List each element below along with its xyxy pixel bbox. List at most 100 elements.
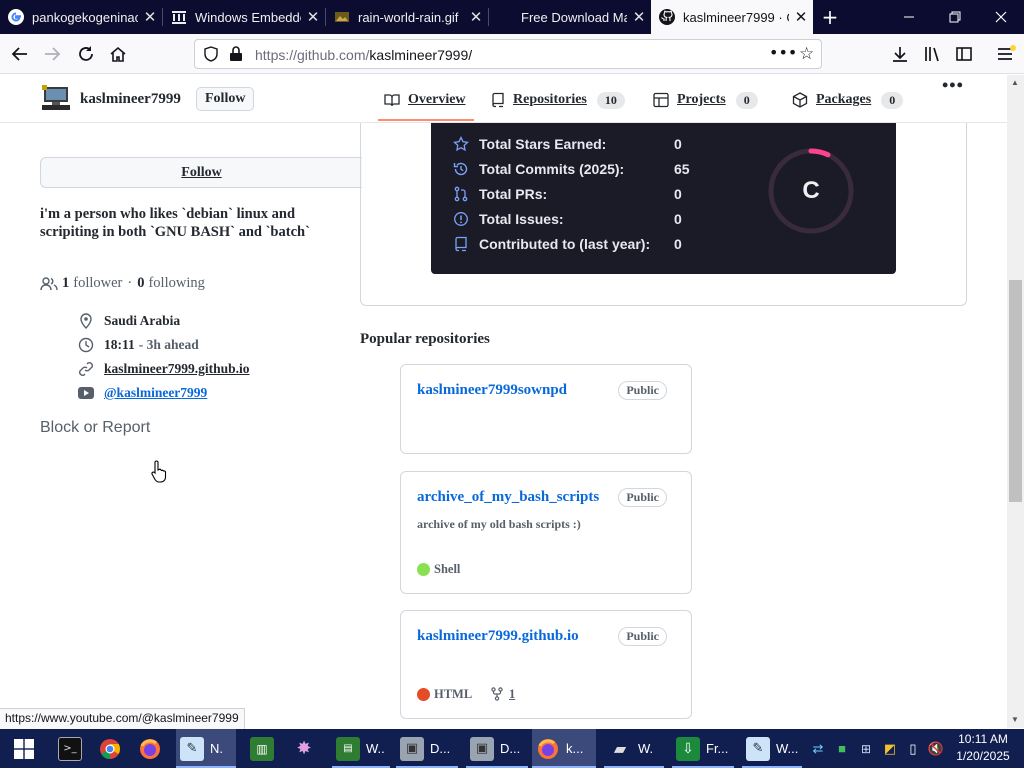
page-actions-icon[interactable]: ••• — [769, 43, 797, 62]
scroll-up-icon[interactable]: ▲ — [1011, 78, 1019, 87]
network-tray-icon[interactable]: ⊞ — [856, 729, 876, 768]
browser-tab-1[interactable]: pankogekogeninac ✕ — [0, 0, 162, 34]
back-icon[interactable] — [4, 38, 36, 70]
close-icon[interactable]: ✕ — [301, 8, 325, 26]
stat-row-commits: Total Commits (2025): 65 — [453, 159, 690, 179]
local-time-item: 18:11 - 3h ahead — [78, 335, 199, 355]
tab-counter: 0 — [735, 91, 758, 109]
menu-icon[interactable] — [990, 38, 1022, 70]
taskbar-firefox-window[interactable]: k... — [532, 729, 596, 768]
reload-icon[interactable] — [70, 38, 102, 70]
follow-button-small[interactable]: Follow — [196, 87, 255, 111]
tab-packages[interactable]: Packages 0 — [792, 87, 904, 113]
taskbar-notepad[interactable]: ✎ N. — [176, 729, 236, 768]
stat-label: Total PRs: — [479, 186, 548, 202]
taskbar-chrome[interactable] — [94, 729, 130, 768]
repo-icon — [453, 236, 469, 252]
taskbar-download-manager[interactable]: ⇩ Fr... — [672, 729, 734, 768]
pull-request-icon — [453, 186, 469, 202]
stat-label: Contributed to (last year): — [479, 236, 651, 252]
library-icon[interactable] — [916, 38, 948, 70]
taskbar-paint[interactable]: ✸ — [288, 729, 324, 768]
avatar[interactable] — [42, 85, 70, 111]
browser-tab-2[interactable]: Windows Embedde ✕ — [163, 0, 325, 34]
followers-label[interactable]: follower — [73, 275, 122, 292]
close-window-icon[interactable] — [978, 0, 1024, 34]
fork-count[interactable]: 1 — [509, 687, 515, 702]
lock-icon[interactable] — [229, 46, 243, 67]
browser-tab-4[interactable]: Free Download Mar ✕ — [489, 0, 651, 34]
tab-projects[interactable]: Projects 0 — [653, 87, 758, 113]
repo-language: HTML — [417, 686, 472, 702]
disk-icon: ▣ — [470, 736, 494, 761]
bookmark-star-icon[interactable]: ☆ — [799, 44, 814, 64]
more-options-icon[interactable]: ••• — [942, 75, 964, 96]
following-count[interactable]: 0 — [137, 275, 144, 292]
taskbar-firefox[interactable] — [134, 729, 170, 768]
home-icon[interactable] — [102, 38, 134, 70]
battery-tray-icon[interactable]: ▯ — [904, 729, 922, 768]
following-label[interactable]: following — [148, 275, 204, 292]
taskbar-disk-1[interactable]: ▣ D... — [396, 729, 458, 768]
tab-label: Repositories — [513, 92, 587, 107]
book-icon — [384, 93, 400, 107]
taskbar-label: k... — [566, 741, 584, 756]
green-tray-icon[interactable]: ■ — [832, 729, 852, 768]
taskbar-terminal[interactable]: >_ — [54, 729, 90, 768]
start-button[interactable] — [0, 729, 48, 768]
scrollbar-thumb[interactable] — [1009, 280, 1022, 502]
follow-button[interactable]: Follow — [40, 157, 362, 188]
followers-count[interactable]: 1 — [62, 275, 69, 292]
browser-tab-5[interactable]: kaslmineer7999 · Gi ✕ — [651, 0, 813, 34]
tab-counter: 10 — [596, 91, 625, 109]
sidebar-icon[interactable] — [948, 38, 980, 70]
color-tray-icon[interactable]: ◩ — [880, 729, 900, 768]
block-or-report-link[interactable]: Block or Report — [40, 419, 150, 437]
terminal-icon: >_ — [58, 736, 82, 761]
minimize-icon[interactable] — [886, 0, 932, 34]
taskbar-notepad-2[interactable]: ✎ W... — [742, 729, 802, 768]
tab-label: rain-world-rain.gif — [358, 9, 459, 25]
page-scrollbar[interactable]: ▲ ▼ — [1007, 75, 1024, 728]
repo-name-link[interactable]: archive_of_my_bash_scripts — [417, 489, 599, 506]
close-icon[interactable]: ✕ — [789, 8, 813, 26]
stat-row-prs: Total PRs: 0 — [453, 184, 682, 204]
youtube-link[interactable]: @kaslmineer7999 — [104, 385, 207, 401]
tab-label: kaslmineer7999 · Gi — [683, 9, 789, 25]
windows-logo-icon — [14, 738, 34, 759]
browser-toolbar: https://github.com/kaslmineer7999/ ••• ☆ — [0, 34, 1024, 74]
browser-tab-3[interactable]: rain-world-rain.gif ✕ — [326, 0, 488, 34]
taskbar-disk-2[interactable]: ▣ D... — [466, 729, 528, 768]
taskbar-drive[interactable]: ▰ W. — [604, 729, 664, 768]
forward-icon[interactable] — [36, 38, 68, 70]
tab-overview[interactable]: Overview — [384, 87, 466, 113]
scroll-down-icon[interactable]: ▼ — [1011, 715, 1019, 724]
close-icon[interactable]: ✕ — [627, 8, 651, 26]
downloads-icon[interactable] — [884, 38, 916, 70]
taskbar-task-manager[interactable]: ▥ — [246, 729, 282, 768]
history-icon — [453, 161, 469, 177]
taskbar-window[interactable]: ▤ W.. — [332, 729, 390, 768]
volume-muted-icon[interactable]: 🔇 — [926, 729, 946, 768]
stat-label: Total Issues: — [479, 211, 564, 227]
url-bar[interactable]: https://github.com/kaslmineer7999/ ••• ☆ — [194, 39, 822, 69]
system-clock[interactable]: 10:11 AM 1/20/2025 — [950, 731, 1016, 765]
repo-name-link[interactable]: kaslmineer7999sownpd — [417, 382, 567, 399]
location-pin-icon — [78, 313, 94, 329]
url-path: kaslmineer7999/ — [369, 47, 473, 63]
sync-tray-icon[interactable]: ⇄ — [808, 729, 828, 768]
local-time: 18:11 — [104, 337, 135, 352]
restore-icon[interactable] — [932, 0, 978, 34]
close-icon[interactable]: ✕ — [464, 8, 488, 26]
new-tab-icon[interactable]: + — [813, 0, 847, 34]
taskbar-label: W. — [638, 741, 654, 756]
rank-grade: C — [802, 177, 820, 204]
website-link[interactable]: kaslmineer7999.github.io — [104, 361, 250, 377]
tab-repositories[interactable]: Repositories 10 — [491, 87, 625, 113]
shield-icon[interactable] — [203, 46, 219, 67]
repo-forks[interactable]: 1 — [491, 686, 515, 702]
location-text: Saudi Arabia — [104, 313, 181, 328]
close-icon[interactable]: ✕ — [138, 8, 162, 26]
visibility-badge: Public — [618, 627, 667, 646]
repo-name-link[interactable]: kaslmineer7999.github.io — [417, 628, 579, 645]
